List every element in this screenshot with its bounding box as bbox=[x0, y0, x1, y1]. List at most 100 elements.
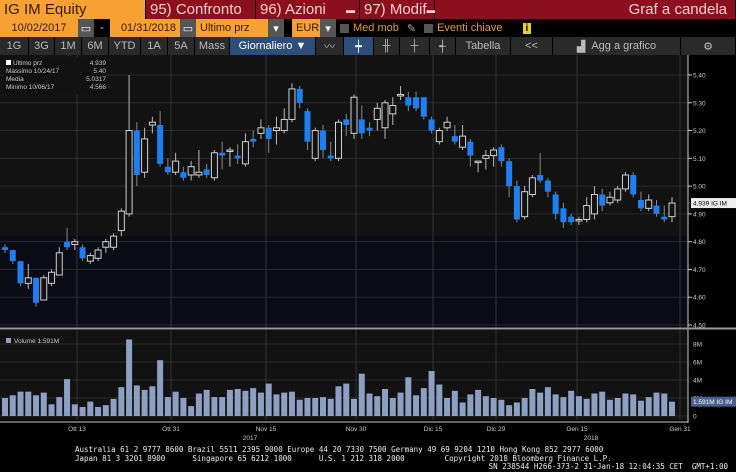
candle-body bbox=[86, 255, 94, 262]
line-chart-icon[interactable]: 〰 bbox=[316, 37, 344, 55]
bar-chart-icon[interactable]: ╫ bbox=[374, 37, 400, 55]
edit-menu[interactable]: 97) Modif ▬ bbox=[360, 0, 436, 19]
year-label: 2017 bbox=[243, 435, 258, 442]
legend-high-label: Massimo 10/24/17 bbox=[6, 68, 60, 75]
candle-body bbox=[311, 130, 319, 159]
key-events-toggle[interactable]: Eventi chiave bbox=[420, 19, 506, 37]
collapse-button[interactable]: << bbox=[511, 37, 553, 55]
period-ytd[interactable]: YTD bbox=[109, 37, 141, 55]
candle-body bbox=[48, 271, 56, 284]
candle-body bbox=[490, 149, 498, 157]
volume-bar bbox=[475, 389, 482, 416]
price-tick-label: 5.30 bbox=[693, 100, 706, 107]
currency-select[interactable]: EUR bbox=[292, 19, 320, 37]
period-5a[interactable]: 5A bbox=[168, 37, 195, 55]
price-panel-lower bbox=[0, 236, 688, 327]
checkbox[interactable] bbox=[424, 23, 434, 33]
volume-tick-label: 0 bbox=[693, 414, 697, 421]
volume-bar bbox=[622, 393, 629, 416]
volume-bar bbox=[64, 379, 71, 416]
candle-body bbox=[521, 191, 529, 218]
period-max[interactable]: Mass bbox=[195, 37, 230, 55]
moving-avg-toggle[interactable]: Med mob bbox=[336, 19, 403, 37]
volume-bar bbox=[304, 398, 311, 416]
x-tick-label: Ott 13 bbox=[68, 426, 86, 433]
candle-body bbox=[79, 247, 86, 259]
volume-bar bbox=[521, 398, 528, 416]
volume-bar bbox=[203, 389, 210, 416]
volume-bar bbox=[366, 393, 373, 416]
candle-chart-icon[interactable]: ┿ bbox=[344, 37, 374, 55]
legend-last-label: Ultimo prz bbox=[13, 60, 43, 67]
calendar-icon[interactable]: ▭ bbox=[180, 19, 196, 37]
dropdown-icon[interactable]: ▾ bbox=[320, 19, 336, 37]
checkbox[interactable] bbox=[340, 23, 349, 33]
volume-bar bbox=[529, 389, 536, 416]
compare-button[interactable]: 95) Confronto bbox=[146, 0, 256, 19]
volume-bar bbox=[544, 387, 551, 416]
candle-body bbox=[133, 130, 140, 176]
key-events-label: Eventi chiave bbox=[437, 22, 503, 34]
x-tick-label: Ott 31 bbox=[162, 426, 180, 433]
candle-body bbox=[172, 160, 180, 173]
actions-label: 96) Azioni bbox=[260, 1, 326, 18]
ohlc-chart-icon[interactable]: ┼ bbox=[400, 37, 430, 55]
period-3g[interactable]: 3G bbox=[29, 37, 55, 55]
candle-body bbox=[614, 188, 622, 201]
legend-low-value: 4.566 bbox=[89, 84, 106, 91]
x-tick-label: Gen 15 bbox=[566, 426, 588, 433]
candle-body bbox=[55, 252, 63, 276]
volume-bar bbox=[219, 397, 226, 416]
period-1a[interactable]: 1A bbox=[141, 37, 168, 55]
candle-body bbox=[668, 202, 676, 218]
last-volume-label: 1.591M IG IM bbox=[693, 399, 732, 406]
candle-body bbox=[413, 97, 420, 109]
candle-body bbox=[420, 97, 427, 117]
candlestick-chart[interactable]: 5.405.305.205.105.004.904.804.704.604.50… bbox=[0, 55, 736, 445]
price-tick-label: 4.80 bbox=[693, 239, 706, 246]
footer-session: SN 238544 H266-373-2 31-Jan-18 12:04:35 … bbox=[488, 462, 728, 471]
volume-bar bbox=[669, 401, 675, 416]
volume-bar bbox=[327, 398, 334, 416]
volume-bar bbox=[498, 399, 505, 416]
calendar-icon[interactable]: ▭ bbox=[78, 19, 94, 37]
period-6m[interactable]: 6M bbox=[82, 37, 109, 55]
volume-bar bbox=[444, 398, 451, 416]
period-1m[interactable]: 1M bbox=[55, 37, 82, 55]
candle-body bbox=[234, 155, 241, 159]
candle-body bbox=[661, 216, 668, 220]
x-tick-label: Dic 29 bbox=[487, 426, 506, 433]
candle-body bbox=[265, 127, 272, 139]
volume-bar bbox=[25, 391, 32, 416]
volume-bar bbox=[490, 398, 497, 416]
volume-bar bbox=[180, 398, 187, 416]
volume-bar bbox=[87, 401, 94, 416]
end-date-input[interactable]: 01/31/2018 bbox=[110, 19, 180, 37]
period-1g[interactable]: 1G bbox=[0, 37, 29, 55]
table-button[interactable]: Tabella bbox=[456, 37, 511, 55]
candle-body bbox=[272, 127, 280, 132]
price-tick-label: 5.10 bbox=[693, 156, 706, 163]
volume-bar bbox=[467, 394, 474, 416]
dropdown-icon[interactable]: ▾ bbox=[268, 19, 284, 37]
candle-body bbox=[195, 171, 203, 176]
candle-body bbox=[148, 121, 156, 126]
start-date-input[interactable]: 10/02/2017 bbox=[0, 19, 78, 37]
volume-bar bbox=[343, 383, 350, 416]
candle-body bbox=[40, 277, 48, 301]
info-icon[interactable]: i bbox=[522, 22, 532, 34]
candle-body bbox=[71, 241, 79, 245]
edit-label: 97) Modif bbox=[364, 1, 427, 18]
price-tick-label: 4.70 bbox=[693, 267, 706, 274]
frequency-select[interactable]: Giornaliero ▼ bbox=[230, 37, 316, 55]
ticker-field[interactable]: IG IM Equity bbox=[0, 0, 146, 19]
volume-bar bbox=[102, 405, 109, 416]
settings-gear-icon[interactable]: ⚙ bbox=[681, 37, 736, 55]
add-to-chart-button[interactable]: ▟ Agg a grafico bbox=[553, 37, 681, 55]
actions-menu[interactable]: 96) Azioni ▬ bbox=[256, 0, 360, 19]
pencil-icon[interactable]: ✎ bbox=[403, 19, 420, 37]
volume-bar bbox=[459, 402, 466, 416]
hlc-chart-icon[interactable]: ┽ bbox=[430, 37, 456, 55]
candle-body bbox=[443, 121, 451, 129]
field-select[interactable]: Ultimo prz bbox=[196, 19, 268, 37]
